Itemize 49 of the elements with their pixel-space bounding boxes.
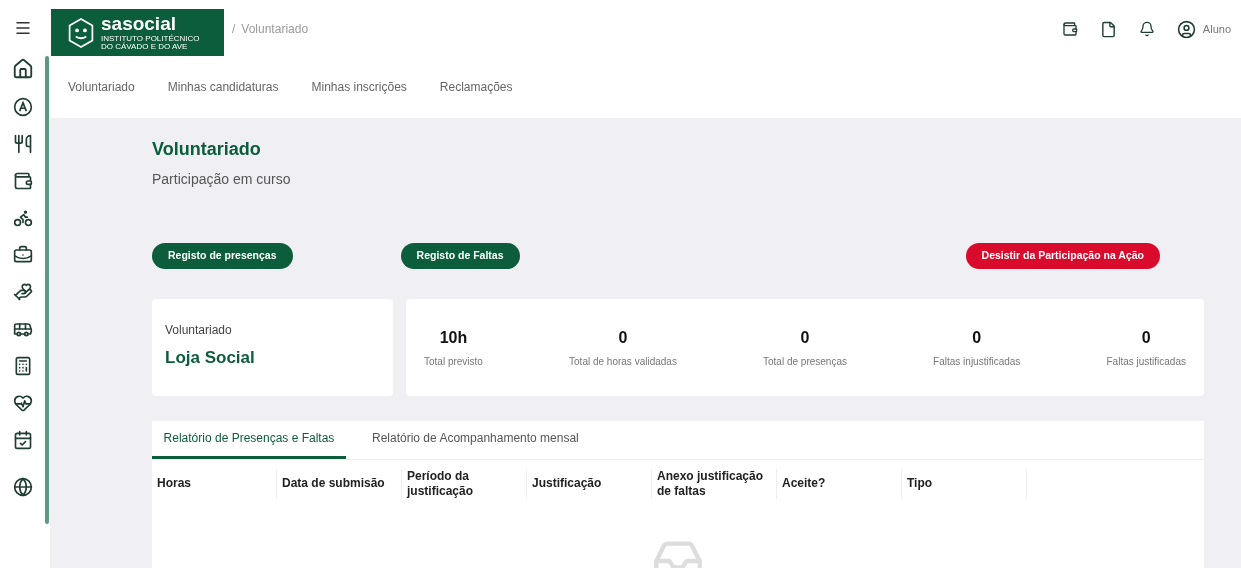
- column-header: Data de submisão: [277, 468, 402, 499]
- nav-tab[interactable]: Minhas inscrições: [311, 77, 407, 96]
- hand-heart-icon[interactable]: [12, 282, 33, 302]
- breadcrumb-separator: /: [232, 21, 236, 38]
- smiley-logo-icon: [67, 16, 95, 49]
- action-button[interactable]: Registo de presenças: [152, 243, 293, 269]
- wallet-icon[interactable]: [1061, 21, 1078, 37]
- card-label: Voluntariado: [165, 322, 233, 339]
- page-subtitle: Participação em curso: [152, 170, 292, 189]
- calendar-check-icon[interactable]: [12, 430, 33, 450]
- action-button[interactable]: Desistir da Participação na Ação: [965, 243, 1160, 269]
- stat-label: Total de presenças: [763, 355, 847, 369]
- stat-value: 0: [800, 328, 810, 348]
- briefcase-icon[interactable]: [12, 245, 33, 265]
- globe-icon[interactable]: [12, 477, 33, 497]
- stat-label: Faltas injustificadas: [933, 355, 1021, 369]
- column-header: Justificação: [527, 468, 652, 499]
- stat-label: Total previsto: [424, 355, 483, 369]
- stat-value: 0: [1141, 328, 1151, 348]
- action-name: Loja Social: [165, 347, 256, 369]
- utensils-icon[interactable]: [12, 134, 33, 154]
- wallet-icon[interactable]: [12, 171, 33, 191]
- file-icon[interactable]: [1099, 20, 1117, 38]
- stat-value: 10h: [439, 328, 468, 348]
- nav-tab[interactable]: Reclamações: [439, 77, 513, 96]
- page-title: Voluntariado: [152, 138, 262, 161]
- home-icon[interactable]: [11, 58, 34, 80]
- stat-value: 0: [972, 328, 982, 348]
- user-avatar-icon[interactable]: [1176, 19, 1196, 39]
- nav-tab[interactable]: Voluntariado: [68, 77, 135, 96]
- heart-pulse-icon[interactable]: [12, 393, 33, 413]
- report-tab[interactable]: Relatório de Acompanhamento mensal: [366, 420, 585, 459]
- stat-value: 0: [618, 328, 628, 348]
- column-header: Período da justificação: [402, 468, 527, 499]
- report-tab[interactable]: Relatório de Presenças e Faltas: [152, 420, 346, 459]
- nav-tab[interactable]: Minhas candidaturas: [167, 77, 279, 96]
- logo-name: sasocial: [101, 14, 177, 33]
- column-header: Horas: [152, 468, 277, 499]
- scrollbar[interactable]: [45, 56, 49, 524]
- action-button[interactable]: Registo de Faltas: [400, 243, 520, 269]
- user-name[interactable]: Aluno: [1202, 20, 1231, 38]
- stat-label: Total de horas validadas: [569, 355, 677, 369]
- column-header: Aceite?: [777, 468, 902, 499]
- bike-icon[interactable]: [12, 208, 33, 228]
- bell-icon[interactable]: [1138, 21, 1155, 37]
- stat-label: Faltas justificadas: [1106, 355, 1186, 369]
- column-header: Anexo justificação de faltas: [652, 468, 777, 499]
- column-header: Tipo: [902, 468, 1027, 499]
- logo[interactable]: sasocial INSTITUTO POLITÉCNICO DO CÁVADO E DO AVE: [51, 9, 224, 56]
